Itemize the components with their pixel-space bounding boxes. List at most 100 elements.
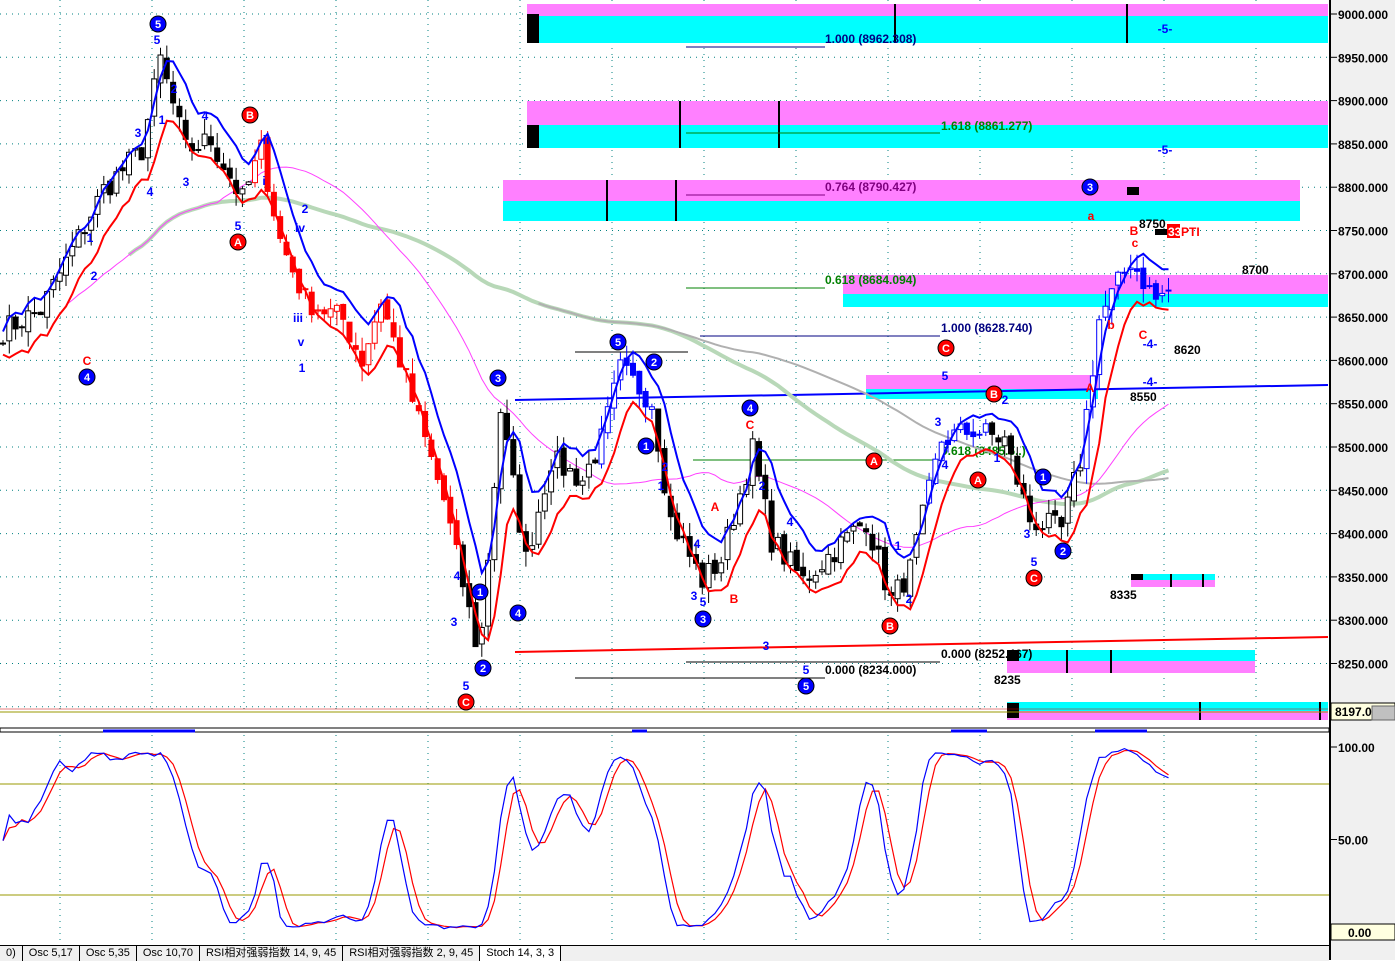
wave-label: b — [1107, 318, 1114, 332]
candle — [995, 437, 1002, 443]
zone-marker — [527, 125, 539, 148]
price-axis-label: 8800.000 — [1338, 181, 1388, 195]
candle — [201, 133, 208, 147]
candle — [837, 536, 844, 564]
candle — [573, 468, 580, 486]
candle — [138, 147, 145, 161]
candle — [510, 439, 517, 476]
price-axis-label: 8250.000 — [1338, 658, 1388, 672]
wave-label: C — [1139, 328, 1148, 342]
price-axis-label: 8450.000 — [1338, 484, 1388, 498]
candle — [718, 562, 725, 574]
zone-marker — [527, 14, 539, 43]
candle — [346, 321, 353, 343]
candle — [25, 310, 32, 333]
wave-label: 5 — [463, 679, 470, 693]
fib-label: 0.764 (8790.427) — [825, 180, 916, 194]
indicator-tab[interactable]: RSI相对强弱指数 14, 9, 45 — [200, 946, 344, 961]
wave-label: 2 — [91, 269, 98, 283]
candle — [390, 322, 397, 338]
wave-label: 2 — [1060, 546, 1066, 558]
wave-label: iii — [293, 311, 303, 325]
candle — [642, 390, 649, 408]
wave-label: 2 — [302, 202, 309, 216]
wave-label: 2 — [662, 460, 669, 474]
candle — [384, 299, 391, 320]
price-axis-label: 8700.000 — [1338, 268, 1388, 282]
wave-label: 1 — [299, 361, 306, 375]
indicator-tab[interactable]: Osc 5,35 — [80, 946, 137, 961]
fib-label: 0.000 (8234.000) — [825, 663, 916, 677]
candle — [787, 551, 794, 566]
price-axis-label: 8400.000 — [1338, 528, 1388, 542]
wave-label: 4 — [147, 185, 154, 199]
candle — [365, 343, 372, 366]
wave-label: B — [886, 621, 894, 633]
wave-label: 2 — [480, 663, 486, 675]
wave-label: 5 — [700, 595, 707, 609]
candle — [119, 167, 126, 172]
indicator-tab[interactable]: Osc 5,17 — [23, 946, 80, 961]
osc-current: 0.00 — [1348, 926, 1372, 940]
wave-label: 5 — [942, 369, 949, 383]
candle — [1058, 516, 1065, 528]
wave-label: v — [298, 335, 305, 349]
target-zone — [843, 294, 1328, 307]
candle — [630, 362, 636, 376]
price-axis-label: 8750.000 — [1338, 225, 1388, 239]
zone-marker — [1131, 574, 1143, 580]
indicator-tabs: 0) Osc 5,17 Osc 5,35 Osc 10,70 RSI相对强弱指数 14,… — [0, 945, 1329, 961]
wave-label: A — [711, 500, 720, 514]
candle — [315, 309, 321, 312]
wave-label: 4 — [747, 403, 754, 415]
indicator-tab[interactable]: Stoch 14, 3, 3 — [480, 946, 562, 961]
candle — [869, 533, 876, 551]
target-zone — [1007, 650, 1255, 661]
wave-label: 3 — [135, 126, 142, 140]
price-axis-label: 8650.000 — [1338, 311, 1388, 325]
price-axis-label: 8950.000 — [1338, 51, 1388, 65]
candle — [1064, 496, 1071, 524]
candle — [800, 566, 807, 577]
wave-label: 4 — [694, 537, 701, 551]
candle — [863, 528, 870, 533]
price-chart[interactable]: 1.000 (8962.308) 1.618 (8861.277) 0.764 (8… — [0, 0, 1395, 960]
candle — [1045, 512, 1052, 529]
wave-label: B — [246, 110, 254, 122]
indicator-tab[interactable]: 0) — [0, 946, 23, 961]
scale-icon — [1371, 705, 1395, 721]
candle — [756, 441, 762, 477]
candle — [907, 559, 914, 597]
candle — [1102, 305, 1109, 318]
candle — [982, 423, 989, 433]
indicator-tab[interactable]: Osc 10,70 — [137, 946, 200, 961]
price-axis-label: 8600.000 — [1338, 354, 1388, 368]
wave-label: 5 — [803, 663, 810, 677]
wave-label: ii — [263, 133, 270, 147]
candle — [844, 532, 851, 542]
candle — [705, 563, 712, 589]
wave-label: 1 — [994, 451, 1001, 465]
candle — [636, 370, 643, 395]
wave-label: iv — [295, 221, 305, 235]
fib-label: 0.618 (8684.094) — [825, 273, 916, 287]
wave-label: 3 — [763, 639, 770, 653]
candle — [875, 545, 882, 550]
target-zone — [1007, 702, 1328, 711]
candle — [567, 468, 573, 472]
indicator-tab[interactable]: RSI相对强弱指数 2, 9, 45 — [343, 946, 481, 961]
candle — [648, 406, 655, 410]
candle — [1146, 285, 1153, 288]
candle — [585, 463, 592, 478]
wave-label: A — [1086, 381, 1095, 395]
wave-label: 1 — [477, 587, 483, 599]
candle — [252, 160, 258, 184]
stoch-d-line — [2, 749, 1169, 929]
wave-label: A — [234, 237, 242, 249]
wave-label: 1 — [1040, 472, 1046, 484]
wave-label: -5- — [1158, 22, 1173, 36]
candle — [214, 147, 221, 162]
candle — [1159, 292, 1166, 297]
price-axis-label: 8900.000 — [1338, 95, 1388, 109]
wave-label: -4- — [1143, 375, 1158, 389]
